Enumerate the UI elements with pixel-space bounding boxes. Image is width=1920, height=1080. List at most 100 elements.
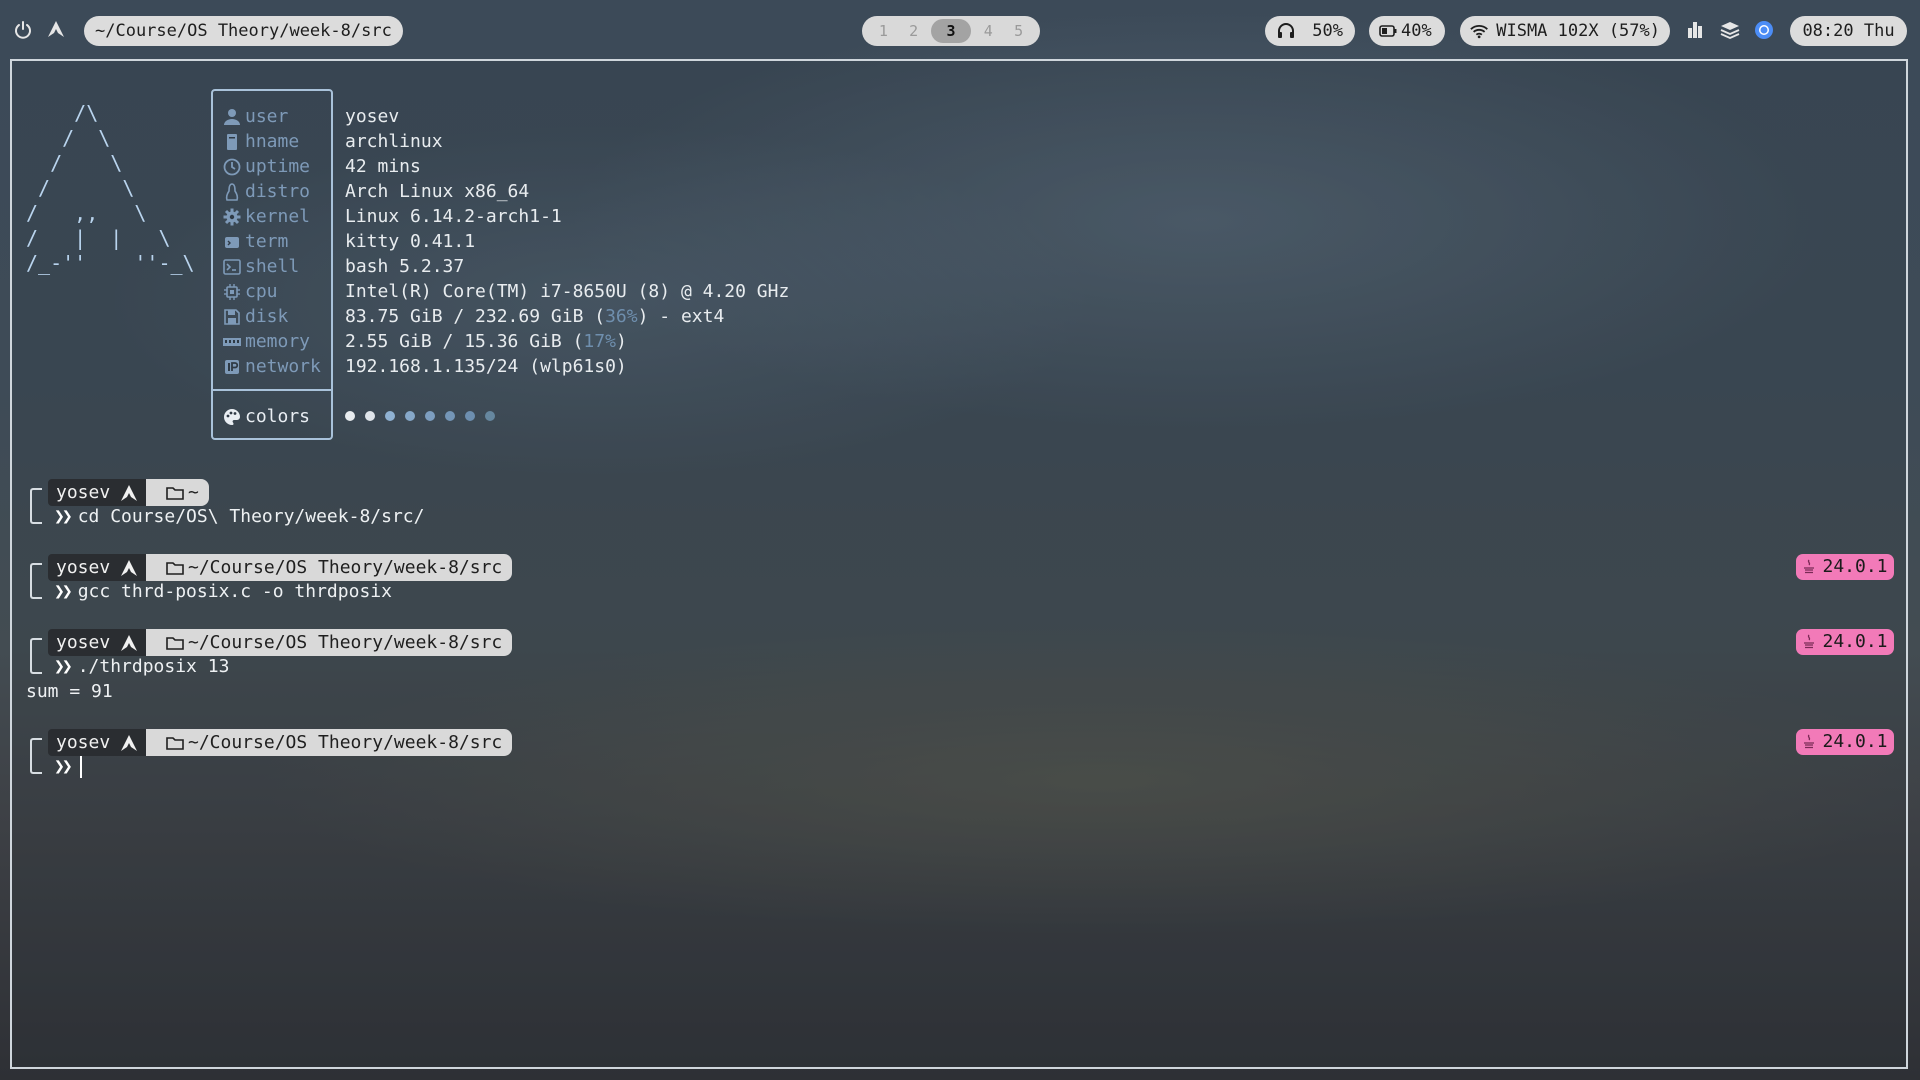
- volume-pill[interactable]: 50%: [1265, 16, 1355, 46]
- fetch-label-kernel: kernel: [223, 204, 310, 229]
- prompt-chevron: ❯❯: [54, 756, 73, 777]
- fetch-label-text: memory: [245, 331, 311, 352]
- palette-icon: [224, 408, 240, 425]
- fetch-value-kernel: Linux 6.14.2-arch1-1: [345, 206, 562, 227]
- disk-usage-text: 83.75 GiB / 232.69 GiB (: [345, 306, 606, 327]
- memory-close-paren: ): [615, 331, 627, 352]
- folder-icon: [166, 486, 184, 500]
- java-version-badge: 24.0.1: [1796, 729, 1894, 755]
- folder-icon: [166, 736, 184, 750]
- java-icon: [1804, 559, 1815, 574]
- fetch-value-shell: bash 5.2.37: [345, 256, 465, 277]
- gear-icon: [223, 208, 241, 225]
- fetch-value-user: yosev: [345, 106, 400, 127]
- fetch-label-text: disk: [245, 306, 289, 327]
- workspace-1[interactable]: 1: [870, 19, 896, 43]
- ip-network-icon: [225, 359, 239, 374]
- prompt-bracket: [30, 488, 42, 524]
- command-line: ❯❯ cd Course/OS\ Theory/week-8/src/: [54, 504, 424, 529]
- clock-pill[interactable]: 08:20 Thu: [1790, 16, 1907, 46]
- command-text: gcc thrd-posix.c -o thrdposix: [77, 581, 392, 602]
- folder-icon: [166, 636, 184, 650]
- fetch-label-term: term: [223, 229, 288, 254]
- fetch-label-user: user: [223, 104, 288, 129]
- clock-text: 08:20 Thu: [1802, 21, 1895, 41]
- fetch-label-text: kernel: [245, 206, 311, 227]
- chromium-icon[interactable]: [1754, 20, 1774, 40]
- floppy-disk-icon: [224, 308, 240, 325]
- java-version-badge: 24.0.1: [1796, 629, 1894, 655]
- prompt-user-segment: yosev: [48, 729, 161, 756]
- top-bar: ~/Course/OS Theory/week-8/src 1 2 3 4 5 …: [0, 0, 1920, 58]
- java-version-text: 24.0.1: [1822, 631, 1888, 652]
- folder-icon: [166, 561, 184, 575]
- color-dot: [405, 411, 415, 421]
- volume-level: 50%: [1312, 21, 1343, 41]
- prompt-username: yosev: [56, 482, 111, 503]
- terminal-window[interactable]: /\ / \ / \ / \ / ,, \ / | | \ /_-'' ''-_…: [10, 59, 1908, 1069]
- fetch-label-text: network: [245, 356, 321, 377]
- fetch-box-divider: [213, 389, 331, 391]
- cpu-icon: [224, 283, 240, 300]
- workspace-switcher: 1 2 3 4 5: [862, 16, 1040, 46]
- arch-logo-icon: [121, 634, 138, 651]
- fetch-label-text: distro: [245, 181, 311, 202]
- command-line: ❯❯ gcc thrd-posix.c -o thrdposix: [54, 579, 392, 604]
- prompt-username: yosev: [56, 632, 111, 653]
- user-icon: [224, 108, 240, 125]
- color-dot: [425, 411, 435, 421]
- prompt-username: yosev: [56, 557, 111, 578]
- clock-icon: [223, 158, 241, 175]
- prompt-chevron: ❯❯: [54, 581, 73, 602]
- command-input-line[interactable]: ❯❯: [54, 754, 82, 779]
- wifi-icon: [1470, 25, 1488, 39]
- color-dot: [385, 411, 395, 421]
- color-dot: [365, 411, 375, 421]
- current-path-pill: ~/Course/OS Theory/week-8/src: [84, 16, 403, 46]
- arch-ascii-logo: /\ / \ / \ / \ / ,, \ / | | \ /_-'' ''-_…: [26, 101, 195, 275]
- memory-usage-percent: 17%: [583, 331, 616, 352]
- workspace-5[interactable]: 5: [1006, 19, 1032, 43]
- server-icon: [227, 133, 237, 150]
- text-cursor: [79, 755, 82, 778]
- battery-pill[interactable]: 40%: [1369, 16, 1445, 46]
- prompt-path: ~/Course/OS Theory/week-8/src: [188, 732, 503, 753]
- fetch-value-hname: archlinux: [345, 131, 443, 152]
- fetch-label-network: network: [223, 354, 321, 379]
- workspace-3[interactable]: 3: [930, 19, 971, 43]
- wifi-network: WISMA 102X (57%): [1496, 21, 1660, 41]
- power-icon[interactable]: [13, 20, 33, 40]
- color-dot: [465, 411, 475, 421]
- arch-logo-icon: [121, 734, 138, 751]
- fetch-label-cpu: cpu: [223, 279, 278, 304]
- fetch-label-memory: memory: [223, 329, 310, 354]
- prompt-path: ~: [188, 482, 199, 503]
- workspace-4[interactable]: 4: [975, 19, 1001, 43]
- arch-logo-icon: [121, 484, 138, 501]
- fetch-label-hname: hname: [223, 129, 299, 154]
- prompt-path: ~/Course/OS Theory/week-8/src: [188, 632, 503, 653]
- java-version-badge: 24.0.1: [1796, 554, 1894, 580]
- prompt-user-segment: yosev: [48, 479, 161, 506]
- color-dot: [445, 411, 455, 421]
- battery-level: 40%: [1401, 21, 1432, 41]
- wifi-pill[interactable]: WISMA 102X (57%): [1460, 16, 1670, 46]
- fetch-label-text: colors: [245, 406, 311, 427]
- workspace-2[interactable]: 2: [901, 19, 927, 43]
- fetch-label-text: user: [245, 106, 289, 127]
- fetch-label-text: hname: [245, 131, 300, 152]
- prompt-bracket: [30, 638, 42, 674]
- java-version-text: 24.0.1: [1822, 731, 1888, 752]
- memory-icon: [223, 337, 241, 346]
- fetch-value-uptime: 42 mins: [345, 156, 421, 177]
- fetch-label-text: uptime: [245, 156, 311, 177]
- prompt-user-segment: yosev: [48, 554, 161, 581]
- arch-logo-icon[interactable]: [47, 20, 65, 38]
- memory-usage-text: 2.55 GiB / 15.36 GiB (: [345, 331, 584, 352]
- layers-icon[interactable]: [1720, 20, 1740, 40]
- command-output: sum = 91: [26, 681, 113, 702]
- fetch-value-distro: Arch Linux x86_64: [345, 181, 530, 202]
- prompt-chevron: ❯❯: [54, 656, 73, 677]
- fetch-value-memory: 2.55 GiB / 15.36 GiB (17%): [345, 329, 627, 354]
- bar-chart-icon[interactable]: [1686, 20, 1704, 38]
